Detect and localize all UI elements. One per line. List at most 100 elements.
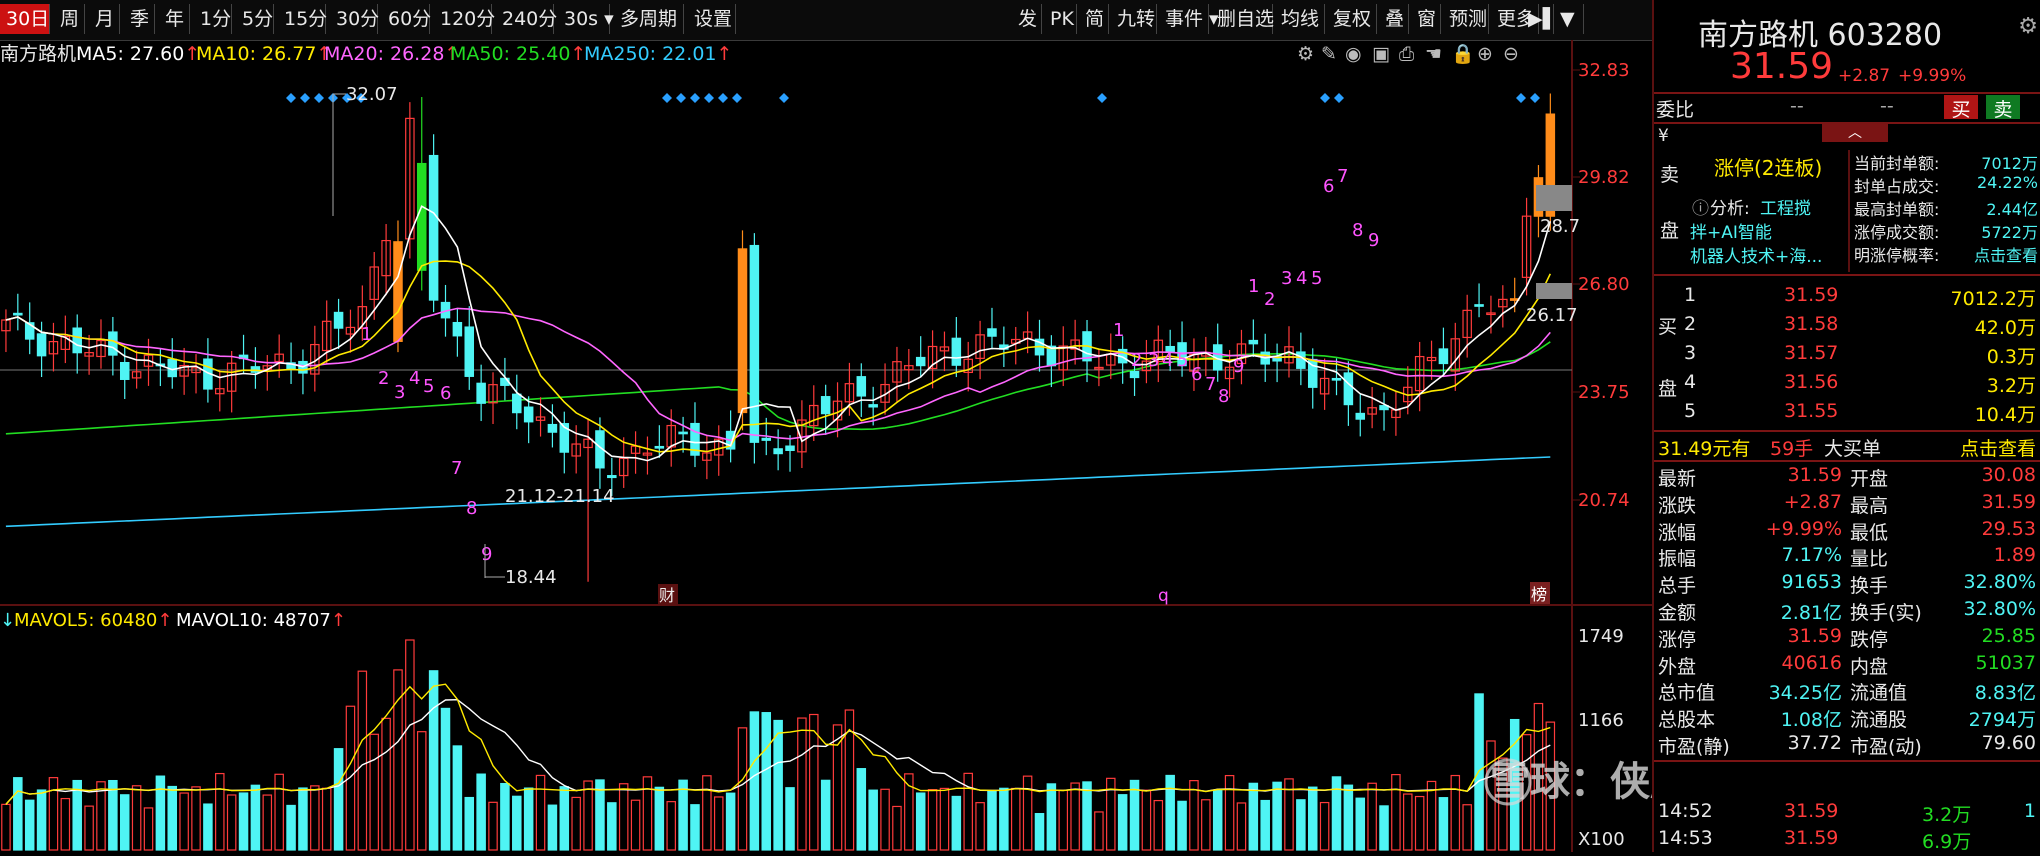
expand-icon[interactable]: ▶▌ bbox=[1522, 4, 1557, 34]
bid-row[interactable]: 4 31.56 3.2万 bbox=[1654, 371, 2040, 397]
bid-price: 31.55 bbox=[1784, 400, 1839, 422]
analysis-text-1[interactable]: 工程搅 bbox=[1760, 194, 1811, 219]
volume-bar bbox=[1343, 784, 1354, 851]
tool-button[interactable]: 预测 bbox=[1443, 4, 1489, 34]
level-annotation-1: 28.7 bbox=[1540, 216, 1580, 237]
stat-row: 外盘 40616 内盘 51037 bbox=[1654, 652, 2040, 678]
period-tab[interactable]: 30s ▾ bbox=[558, 4, 614, 34]
period-tab[interactable]: 60分 bbox=[382, 4, 431, 34]
volume-bar bbox=[559, 786, 570, 851]
period-tab[interactable]: 30分 bbox=[330, 4, 379, 34]
tool-button[interactable]: 均线 bbox=[1275, 4, 1325, 34]
stat-value: 31.59 bbox=[1787, 464, 1842, 486]
price-change-pct: +9.99% bbox=[1898, 66, 1967, 86]
stat-row: 涨停 31.59 跌停 25.85 bbox=[1654, 625, 2040, 651]
volume-bar bbox=[310, 785, 320, 851]
tool-button[interactable]: 窗 bbox=[1411, 4, 1441, 34]
period-tab[interactable]: 5分 bbox=[236, 4, 274, 34]
candle-body bbox=[36, 333, 47, 357]
bid-row[interactable]: 2 31.58 42.0万 bbox=[1654, 313, 2040, 339]
gear-icon[interactable]: ⚙ bbox=[2018, 14, 2038, 39]
period-tab[interactable]: 120分 bbox=[434, 4, 495, 34]
sell-side-label-2: 盘 bbox=[1660, 220, 1680, 242]
nine-turn-label: 9 bbox=[1233, 356, 1244, 377]
print-icon[interactable]: ⎙ bbox=[1399, 43, 1414, 65]
q-marker[interactable]: q bbox=[1158, 586, 1169, 606]
period-tab[interactable]: 30日 bbox=[0, 4, 50, 34]
rank-marker[interactable]: 榜 bbox=[1531, 585, 1547, 604]
volume-bar bbox=[1462, 804, 1472, 851]
tool-button[interactable]: 九转 bbox=[1111, 4, 1157, 34]
volume-bar bbox=[749, 711, 760, 851]
buy-button[interactable]: 买 bbox=[1944, 95, 1978, 121]
big-order-row: 31.49元有 59手 大买单 点击查看 bbox=[1654, 434, 2040, 460]
period-tab[interactable]: 设置 bbox=[688, 4, 736, 34]
pen-icon[interactable]: ✎ bbox=[1321, 43, 1337, 65]
period-tab[interactable]: 周 bbox=[54, 4, 85, 34]
tool-button[interactable]: 复权 bbox=[1327, 4, 1377, 34]
seal-stat-value: 5722万 bbox=[1981, 223, 2038, 242]
stat-value: +9.99% bbox=[1765, 517, 1842, 540]
bid-row[interactable]: 3 31.57 0.3万 bbox=[1654, 342, 2040, 368]
bid-level: 2 bbox=[1684, 313, 1697, 335]
volume-bar bbox=[48, 777, 59, 851]
image-icon[interactable]: ▣ bbox=[1372, 43, 1390, 65]
period-tab[interactable]: 月 bbox=[89, 4, 120, 34]
big-order-link[interactable]: 点击查看 bbox=[1960, 434, 2036, 461]
tool-button[interactable]: 事件 ▾ bbox=[1159, 4, 1219, 34]
stat-value: 31.59 bbox=[1787, 624, 1842, 647]
settings-icon[interactable]: ⚙ bbox=[1297, 43, 1314, 65]
tool-button[interactable]: 删自选 bbox=[1211, 4, 1274, 34]
seal-stat-row[interactable]: 明涨停概率: 点击查看 bbox=[1854, 242, 2040, 265]
candle-body bbox=[868, 404, 878, 408]
tool-button[interactable]: 发 bbox=[1012, 4, 1042, 34]
low-annotation: 18.44 bbox=[505, 567, 557, 588]
stat-value: 2.81亿 bbox=[1780, 602, 1842, 624]
tool-button[interactable]: PK bbox=[1044, 4, 1077, 34]
period-tab[interactable]: 季 bbox=[124, 4, 155, 34]
diamond-icon bbox=[300, 93, 310, 103]
diamond-icon bbox=[314, 93, 324, 103]
volume-legend: MAVOL5: 60480↑ MAVOL10: 48707↑ bbox=[14, 610, 346, 631]
stat-row: 总手 91653 换手 32.80% bbox=[1654, 571, 2040, 597]
volume-bar bbox=[203, 803, 213, 851]
chevron-down-icon[interactable]: ▼ bbox=[1554, 4, 1584, 34]
period-tab[interactable]: 多周期 bbox=[614, 4, 684, 34]
bid-volume: 0.3万 bbox=[1986, 346, 2036, 368]
zoom-out-icon[interactable]: ⊖ bbox=[1503, 43, 1519, 65]
vol-arrow-icon: ↓ bbox=[0, 610, 15, 631]
nine-turn-label: 4 bbox=[1162, 350, 1173, 371]
volume-bar bbox=[1058, 789, 1069, 851]
diamond-icon bbox=[662, 93, 672, 103]
bid-price: 31.56 bbox=[1784, 371, 1839, 393]
zoom-in-icon[interactable]: ⊕ bbox=[1477, 43, 1493, 65]
volume-bar bbox=[452, 745, 463, 851]
hand-icon[interactable]: ☚ bbox=[1425, 43, 1442, 65]
volume-bar bbox=[1426, 780, 1437, 851]
seal-stat-label: 明涨停概率: bbox=[1854, 246, 1940, 265]
kline-svg[interactable]: 南方路机 MA5: 27.60↑MA10: 26.77↑MA20: 26.28↑… bbox=[0, 40, 1770, 852]
period-tab[interactable]: 240分 bbox=[496, 4, 557, 34]
stat-label: 总市值 bbox=[1658, 682, 1716, 705]
kline-chart[interactable]: 南方路机 MA5: 27.60↑ MA10: 26.77↑ MA20: 26.28↑… bbox=[0, 40, 1770, 852]
analysis-text-2[interactable]: 拌+AI智能 bbox=[1690, 218, 1772, 243]
period-tab[interactable]: 1分 bbox=[194, 4, 232, 34]
tool-button[interactable]: 简 bbox=[1079, 4, 1109, 34]
period-tab[interactable]: 年 bbox=[159, 4, 190, 34]
period-tab[interactable]: 15分 bbox=[278, 4, 327, 34]
stat-label: 开盘 bbox=[1850, 468, 1889, 490]
bid-row[interactable]: 5 31.55 10.4万 bbox=[1654, 400, 2040, 426]
tool-button[interactable]: 叠 bbox=[1379, 4, 1409, 34]
stat-value: 2794万 bbox=[1968, 709, 2036, 732]
stat-label: 涨停 bbox=[1658, 628, 1697, 651]
nine-turn-label: 1 bbox=[1248, 276, 1259, 297]
bid-row[interactable]: 1 31.59 7012.2万 bbox=[1654, 284, 2040, 310]
finance-marker[interactable]: 财 bbox=[659, 586, 675, 605]
volume-bar bbox=[405, 639, 415, 851]
sell-button[interactable]: 卖 bbox=[1986, 95, 2020, 121]
eye-icon[interactable]: ◉ bbox=[1345, 43, 1362, 65]
lock-icon[interactable]: 🔒 bbox=[1451, 43, 1475, 65]
nine-turn-label: 7 bbox=[451, 458, 462, 479]
analysis-text-3[interactable]: 机器人技术+海... bbox=[1690, 242, 1822, 267]
legend-stock-name: 南方路机 bbox=[0, 43, 76, 65]
